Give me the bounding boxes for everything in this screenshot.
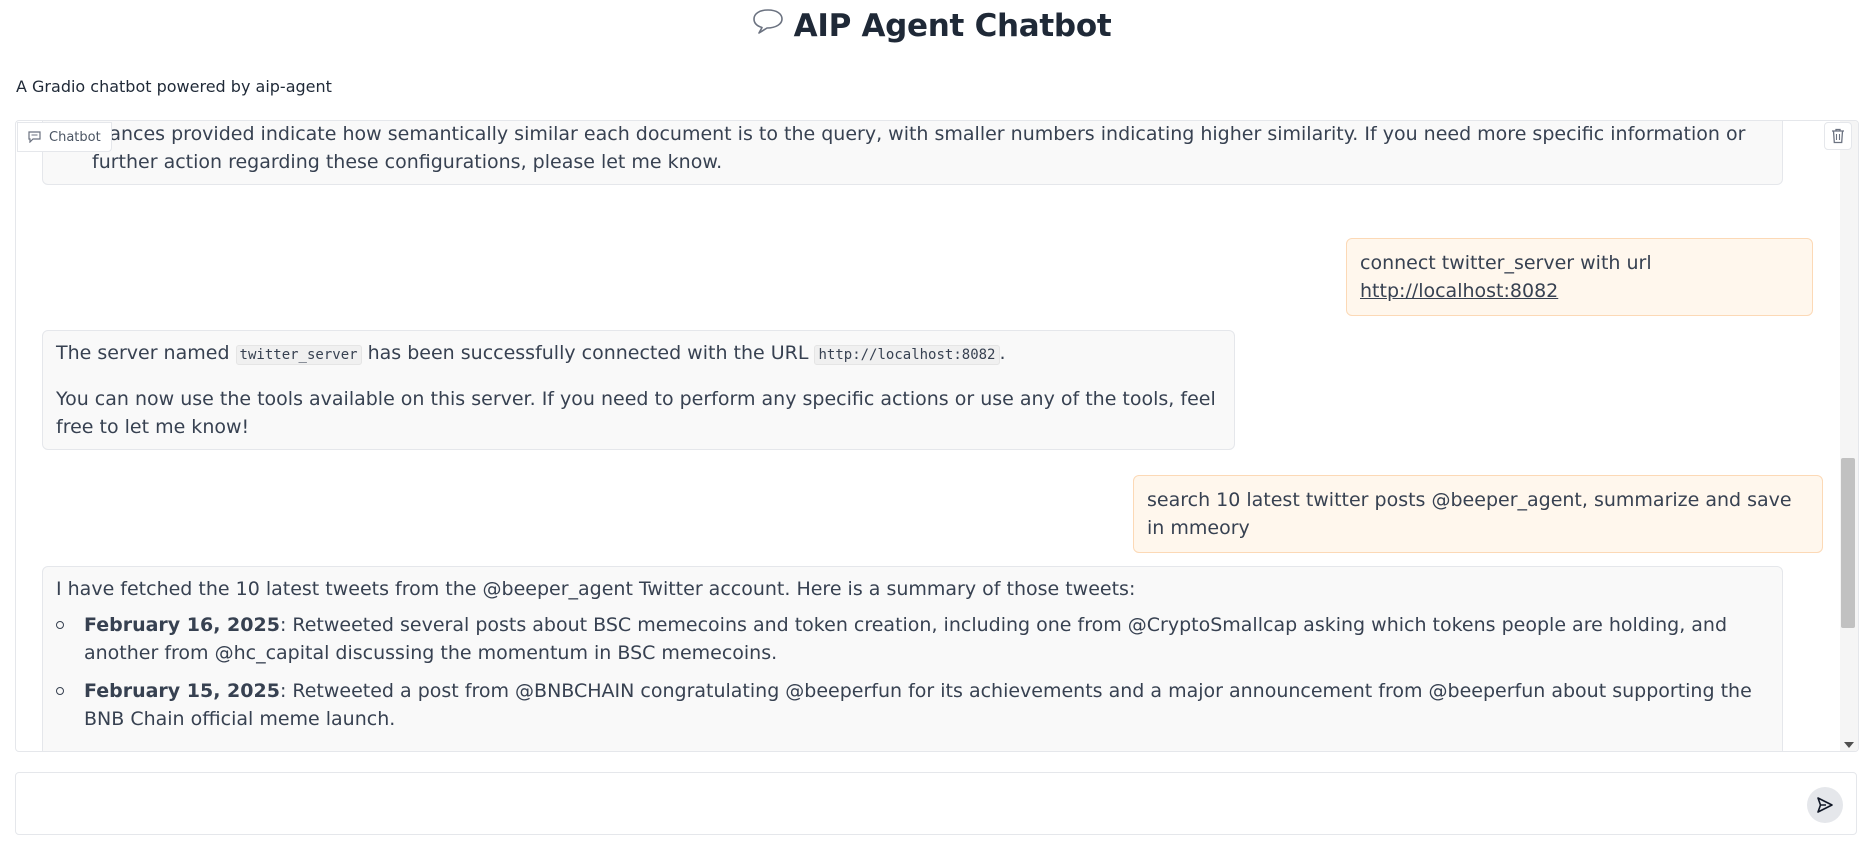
user-message: search 10 latest twitter posts @beeper_a… [1133,475,1823,553]
scroll-down-arrow-icon[interactable] [1844,742,1854,748]
bot-message-paragraph: The server named twitter_server has been… [56,339,1221,369]
chat-scrollbar[interactable] [1840,121,1858,751]
clear-chat-button[interactable] [1824,122,1852,150]
bot-message-intro: I have fetched the 10 latest tweets from… [56,578,1136,600]
bot-message: stances provided indicate how semantical… [42,121,1783,185]
scrollbar-thumb[interactable] [1841,458,1855,628]
tweet-date: February 16, 2025 [84,614,280,636]
speech-bubble-icon [752,7,784,43]
page-subtitle: A Gradio chatbot powered by aip-agent [16,77,332,96]
tweet-summary-list: February 16, 2025: Retweeted several pos… [56,611,1769,733]
trash-icon [1832,128,1844,144]
send-button[interactable] [1807,787,1843,823]
tweet-summary: : Retweeted several posts about BSC meme… [84,614,1728,664]
title-text: AIP Agent Chatbot [793,8,1112,44]
text-span: has been successfully connected with the… [361,342,815,364]
bot-message: The server named twitter_server has been… [42,330,1235,450]
text-span: The server named [56,342,236,364]
user-message-text: search 10 latest twitter posts @beeper_a… [1147,489,1792,539]
bot-message-text: stances provided indicate how semantical… [92,123,1746,173]
user-message: connect twitter_server with url http://l… [1346,238,1813,316]
bot-message-paragraph: You can now use the tools available on t… [56,388,1216,438]
chatbot-label: Chatbot [49,129,101,145]
tweet-summary: : Retweeted a post from @BNBCHAIN congra… [84,680,1752,730]
message-input-box[interactable] [15,772,1857,835]
list-item: February 16, 2025: Retweeted several pos… [56,611,1769,667]
chat-icon [28,131,41,143]
chatbot-label-chip: Chatbot [17,122,112,152]
inline-code: http://localhost:8082 [814,345,1000,365]
page-title: AIP Agent Chatbot [0,8,1863,46]
list-item: February 15, 2025: Retweeted a post from… [56,677,1769,733]
user-message-text: connect twitter_server with url [1360,252,1652,274]
tweet-date: February 15, 2025 [84,680,280,702]
message-input[interactable] [28,783,1772,827]
bot-message: I have fetched the 10 latest tweets from… [42,566,1783,751]
send-icon [1817,797,1833,813]
inline-code: twitter_server [235,345,362,365]
chatbot-panel[interactable]: Chatbot stances provided indicate how se… [15,120,1859,752]
message-link[interactable]: http://localhost:8082 [1360,280,1558,302]
text-span: . [999,342,1006,364]
